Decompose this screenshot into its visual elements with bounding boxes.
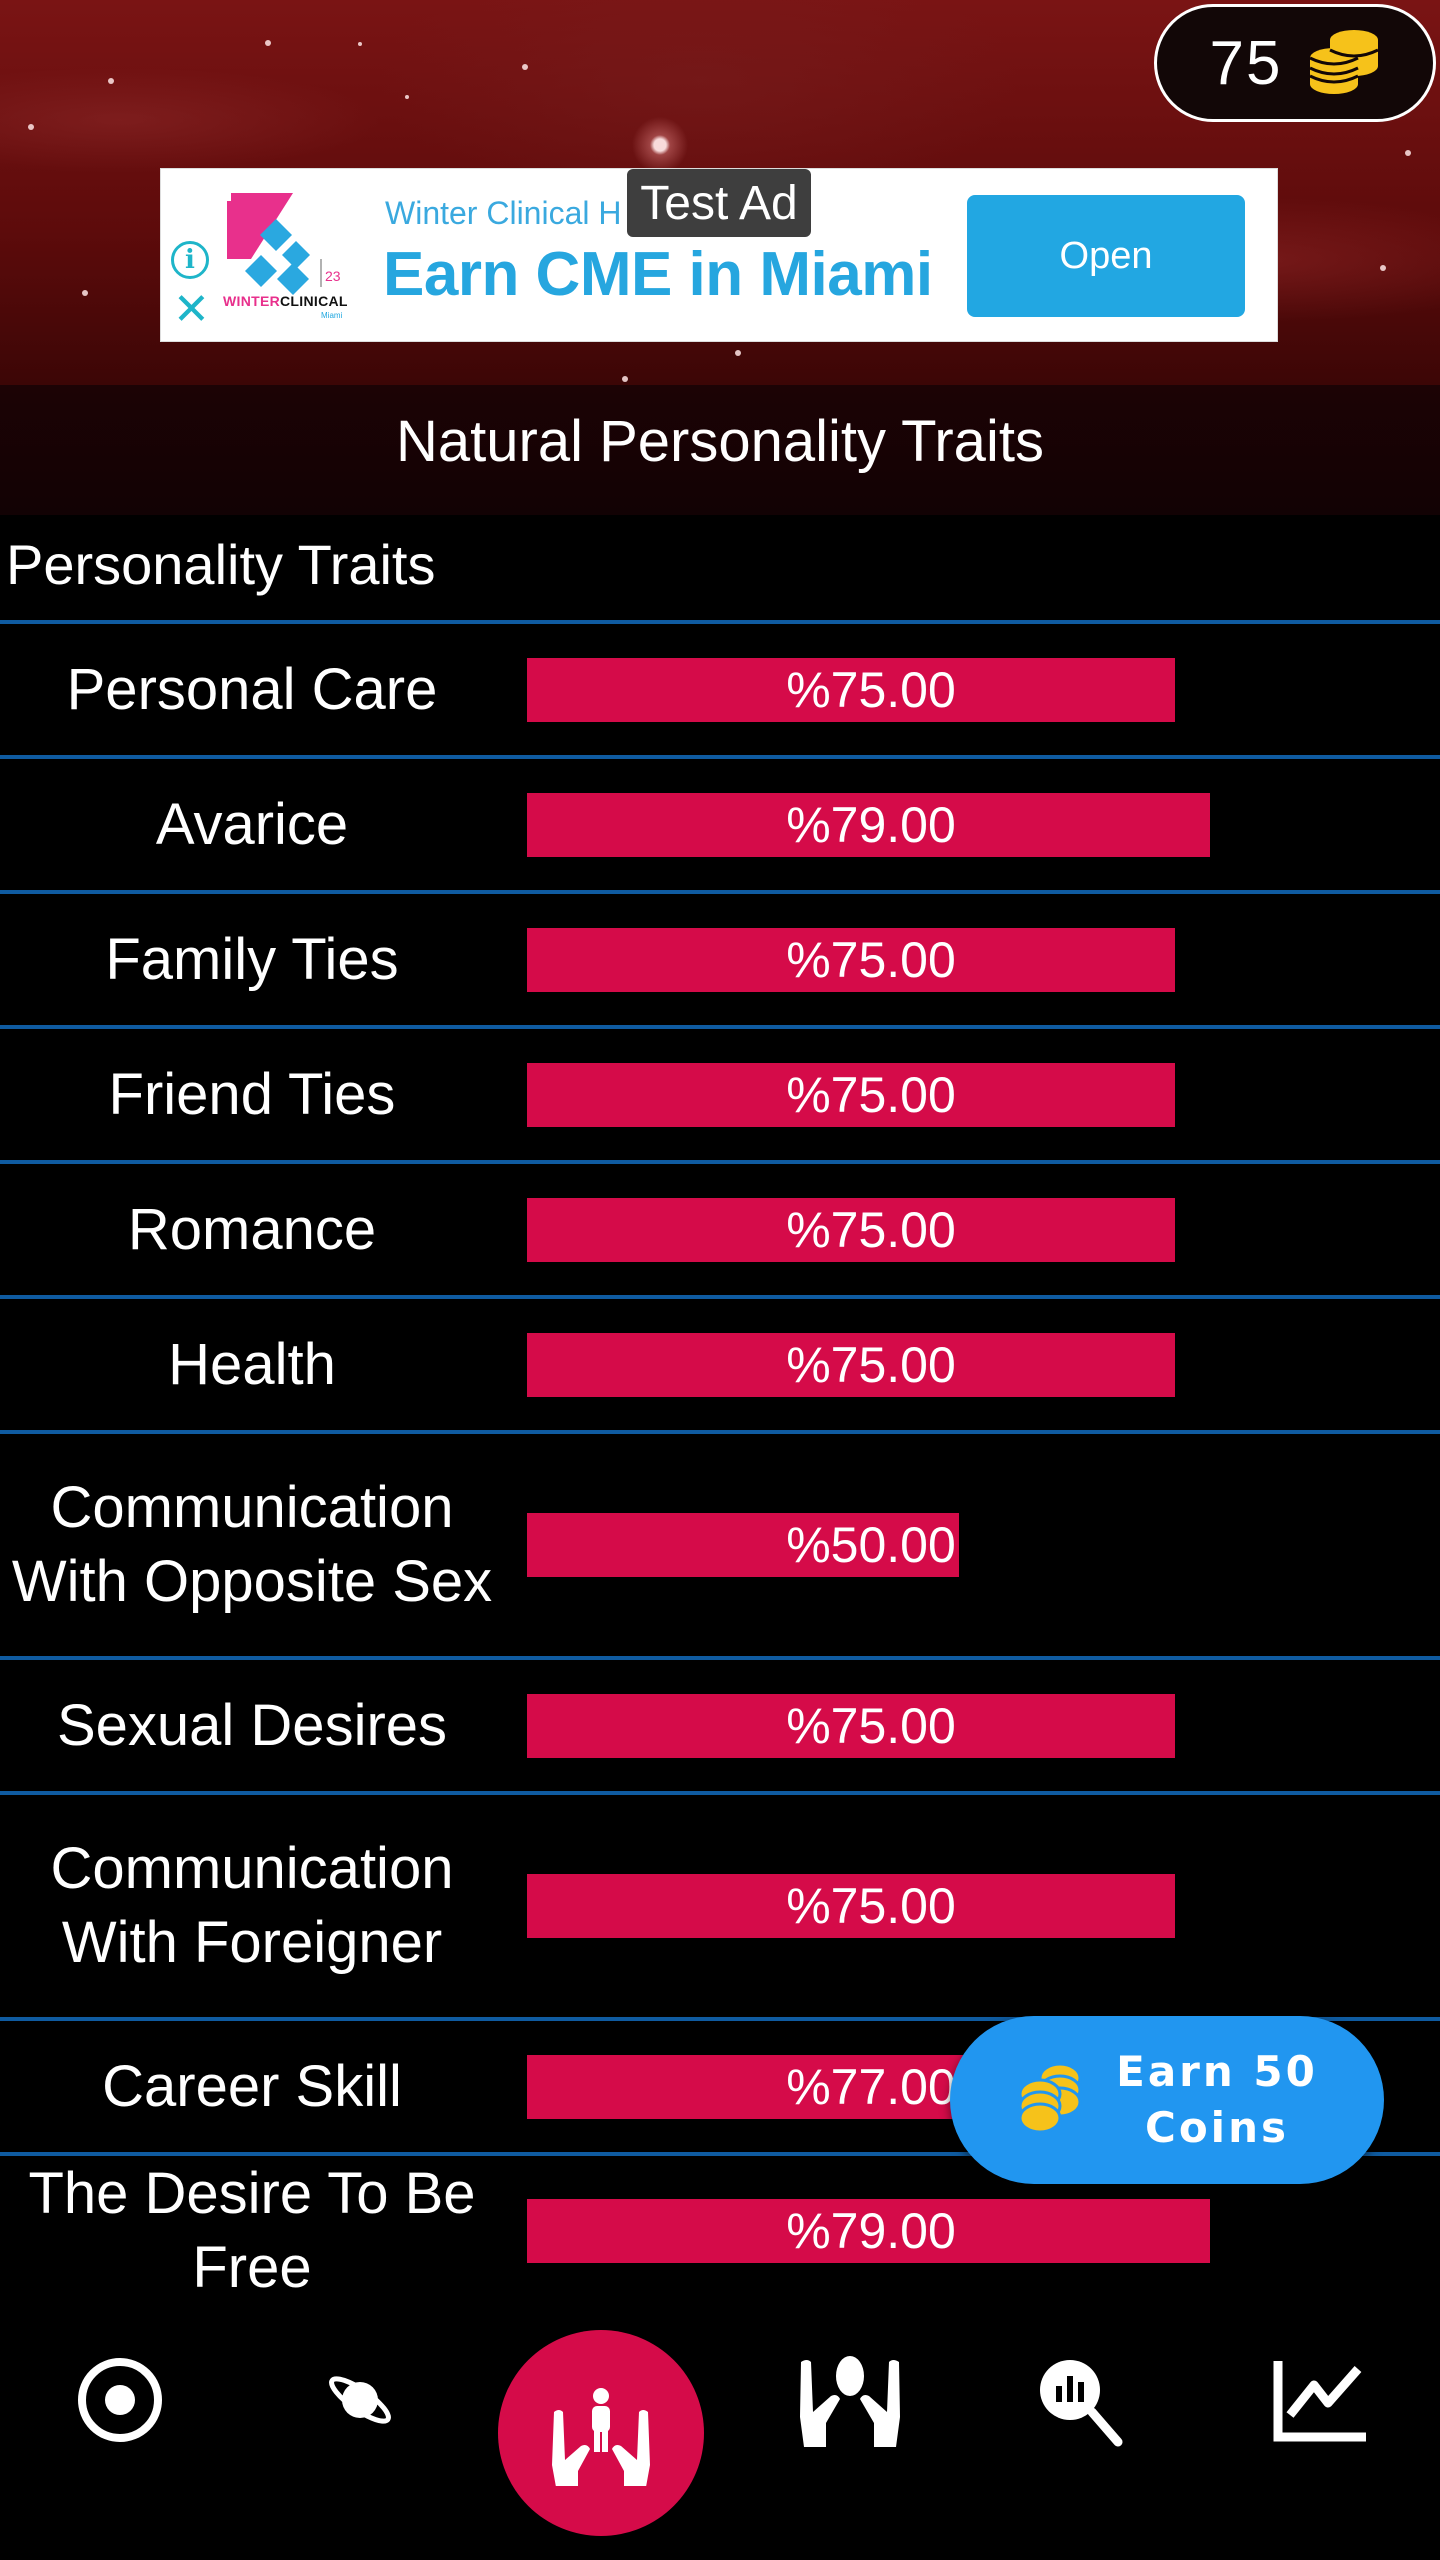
trait-label: Communication With Foreigner — [50, 1836, 454, 1975]
coin-count: 75 — [1209, 28, 1283, 98]
trait-progress-bar: %75.00 — [527, 927, 1391, 992]
trait-percentage: %75.00 — [786, 661, 956, 718]
trait-percentage: %79.00 — [786, 796, 956, 853]
section-title: Personality Traits — [6, 533, 436, 596]
trait-row: Communication With Foreigner %75.00 — [0, 1795, 1440, 2017]
coin-balance[interactable]: 75 — [1154, 4, 1436, 122]
line-chart-icon — [1270, 2355, 1370, 2450]
svg-text:23: 23 — [325, 268, 341, 284]
trait-percentage: %75.00 — [786, 1201, 956, 1258]
trait-progress-bar: %75.00 — [527, 1693, 1391, 1758]
trait-row: Communication With Opposite Sex %50.00 — [0, 1434, 1440, 1656]
trait-row: Avarice %79.00 — [0, 759, 1440, 890]
trait-label: Romance — [127, 1196, 377, 1262]
trait-label: Communication With Opposite Sex — [11, 1475, 493, 1614]
trait-label: Family Ties — [105, 926, 399, 992]
ad-advertiser: Winter Clinical H — [385, 195, 622, 231]
bottom-nav — [0, 2290, 1440, 2560]
trait-label: Friend Ties — [108, 1061, 396, 1127]
trait-row: Family Ties %75.00 — [0, 894, 1440, 1025]
trait-progress-bar: %79.00 — [527, 2199, 1391, 2263]
trait-label: Health — [168, 1331, 336, 1397]
earn-coins-button[interactable]: Earn 50 Coins — [950, 2016, 1384, 2184]
trait-label: Avarice — [155, 791, 349, 857]
nav-planet[interactable] — [310, 2352, 410, 2452]
trait-row: Personal Care %75.00 — [0, 624, 1440, 755]
nav-target[interactable] — [70, 2352, 170, 2452]
nav-personal-care[interactable] — [800, 2352, 900, 2452]
ad-headline: Earn CME in Miami — [383, 240, 933, 309]
nav-family-care[interactable] — [498, 2330, 704, 2536]
test-ad-badge: Test Ad — [627, 169, 811, 237]
trait-percentage: %75.00 — [786, 1336, 956, 1393]
trait-percentage: %75.00 — [786, 1697, 956, 1754]
hands-child-icon — [546, 2376, 656, 2491]
trait-row: Friend Ties %75.00 — [0, 1029, 1440, 1160]
trait-percentage: %50.00 — [786, 1517, 956, 1573]
coin-stack-icon — [1308, 28, 1380, 99]
trait-label: Personal Care — [66, 656, 438, 722]
earn-coins-label: Earn 50 Coins — [1116, 2047, 1318, 2152]
trait-percentage: %79.00 — [786, 2203, 956, 2259]
close-icon[interactable]: ✕ — [173, 288, 210, 332]
trait-percentage: %75.00 — [786, 1066, 956, 1123]
trait-row: Romance %75.00 — [0, 1164, 1440, 1295]
trait-row: Health %75.00 — [0, 1299, 1440, 1430]
ad-open-button[interactable]: Open — [967, 195, 1245, 317]
search-chart-icon — [1030, 2350, 1130, 2455]
trait-progress-bar: %75.00 — [527, 1874, 1391, 1938]
trait-progress-bar: %75.00 — [527, 1197, 1391, 1262]
advertiser-logo-text: WINTERCLINICAL — [223, 293, 348, 309]
trait-progress-bar: %75.00 — [527, 1332, 1391, 1397]
trait-progress-bar: %79.00 — [527, 792, 1391, 857]
trait-progress-bar: %50.00 — [527, 1513, 1391, 1577]
nav-stats[interactable] — [1270, 2352, 1370, 2452]
trait-percentage: %75.00 — [786, 1878, 956, 1934]
trait-label: Sexual Desires — [56, 1692, 448, 1758]
trait-label: The Desire To Be Free — [28, 2161, 476, 2288]
planet-icon — [320, 2360, 400, 2445]
target-icon — [75, 2355, 165, 2450]
info-icon[interactable]: i — [171, 241, 209, 279]
trait-progress-bar: %75.00 — [527, 657, 1391, 722]
hands-person-icon — [795, 2350, 905, 2455]
coin-stack-icon — [1016, 2062, 1086, 2139]
advertiser-logo-sub: Miami — [321, 311, 343, 320]
trait-percentage: %75.00 — [786, 931, 956, 988]
page-title: Natural Personality Traits — [396, 409, 1044, 474]
trait-row: Sexual Desires %75.00 — [0, 1660, 1440, 1791]
trait-label: Career Skill — [102, 2053, 402, 2119]
nav-analysis[interactable] — [1030, 2352, 1130, 2452]
trait-progress-bar: %75.00 — [527, 1062, 1391, 1127]
